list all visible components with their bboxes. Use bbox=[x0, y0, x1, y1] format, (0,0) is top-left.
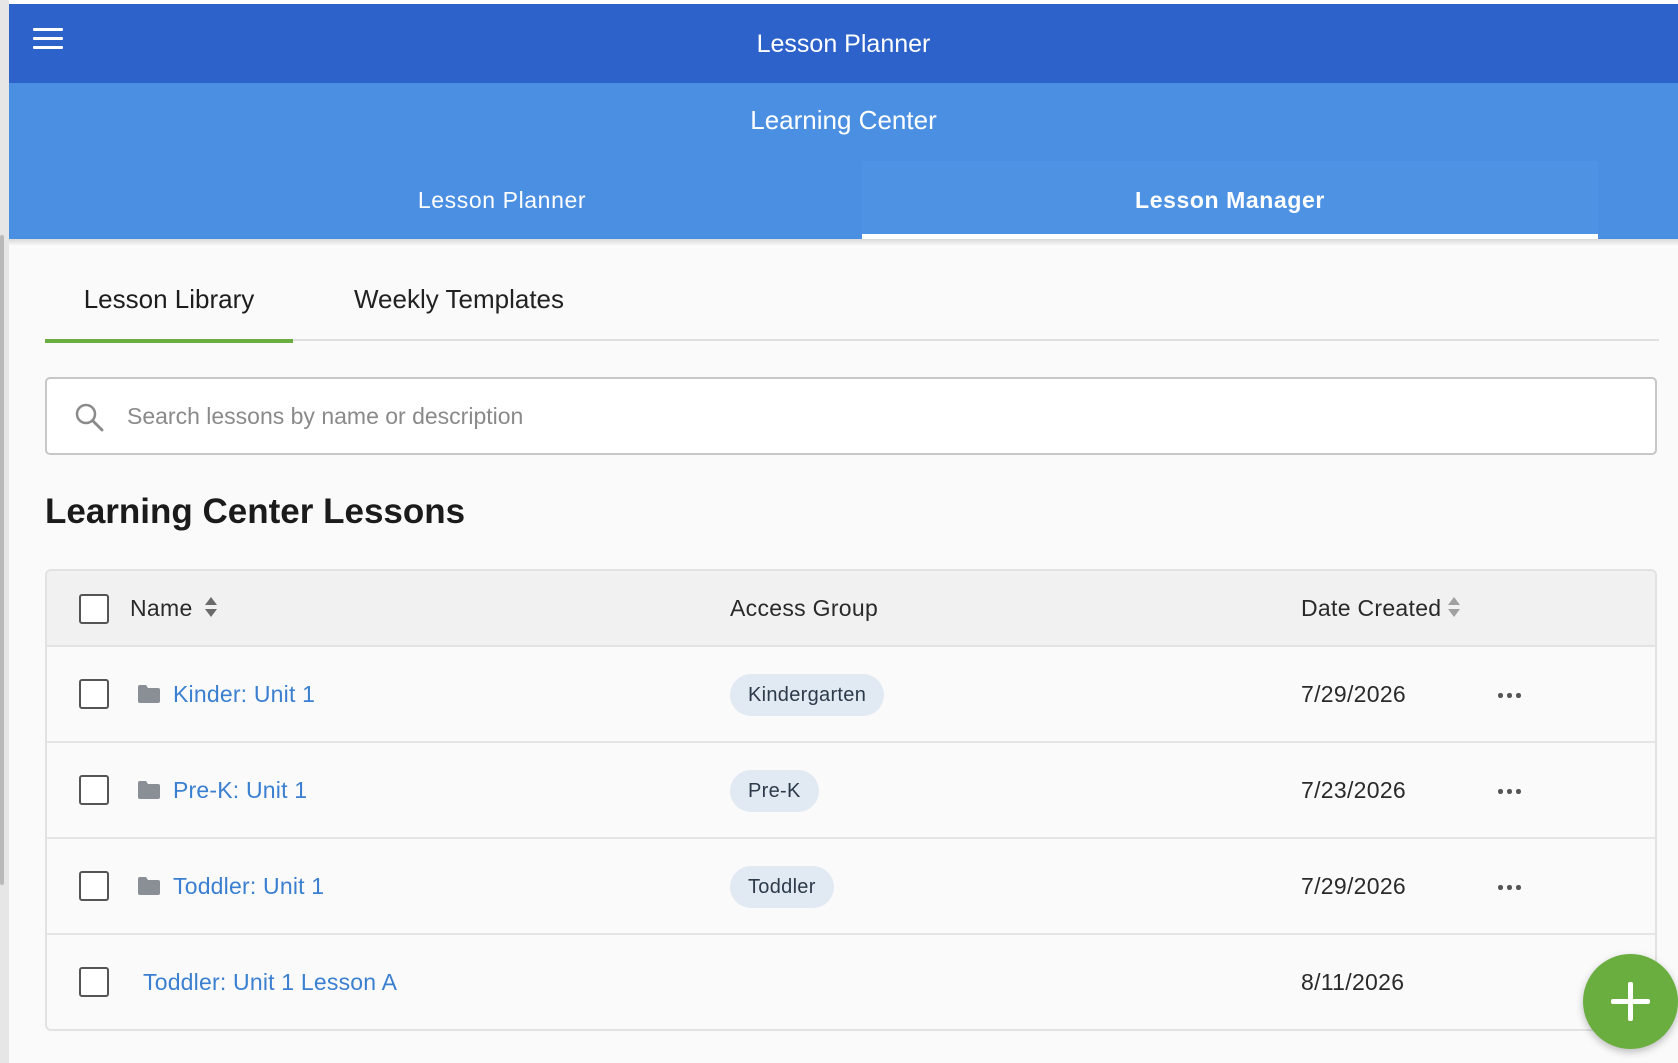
tab-lesson-manager-label: Lesson Manager bbox=[1135, 187, 1325, 213]
more-horizontal-icon[interactable] bbox=[1498, 685, 1526, 705]
subtab-bar: Lesson Library Weekly Templates bbox=[45, 260, 1659, 343]
access-group-badge: Pre-K bbox=[730, 770, 819, 812]
row-checkbox[interactable] bbox=[79, 871, 109, 901]
sort-icon[interactable] bbox=[1447, 596, 1461, 618]
subtab-lesson-library-label: Lesson Library bbox=[83, 284, 255, 314]
date-created: 7/29/2026 bbox=[1301, 681, 1407, 707]
section-title: Learning Center Lessons bbox=[45, 492, 466, 531]
subtab-lesson-library[interactable]: Lesson Library bbox=[45, 260, 293, 343]
active-subtab-indicator bbox=[45, 339, 293, 343]
lesson-name-link[interactable]: Toddler: Unit 1 bbox=[173, 873, 324, 900]
row-checkbox[interactable] bbox=[79, 967, 109, 997]
add-lesson-button[interactable] bbox=[1583, 954, 1678, 1049]
table-row[interactable]: Pre-K: Unit 1 Pre-K 7/23/2026 bbox=[47, 743, 1655, 839]
table-row[interactable]: Toddler: Unit 1 Lesson A 8/11/2026 bbox=[47, 935, 1655, 1029]
table-header: Name Access Group Date Created bbox=[47, 571, 1655, 647]
access-group-badge: Toddler bbox=[730, 866, 834, 908]
column-header-name[interactable]: Name bbox=[130, 595, 193, 622]
subtab-weekly-templates[interactable]: Weekly Templates bbox=[339, 260, 579, 341]
date-created: 7/29/2026 bbox=[1301, 873, 1407, 899]
sort-icon[interactable] bbox=[204, 596, 218, 618]
top-app-bar: Lesson Planner bbox=[9, 4, 1678, 83]
row-checkbox[interactable] bbox=[79, 775, 109, 805]
search-input[interactable] bbox=[127, 389, 1627, 443]
date-created: 7/23/2026 bbox=[1301, 777, 1407, 803]
access-group-badge: Kindergarten bbox=[730, 674, 885, 716]
lesson-name-link[interactable]: Pre-K: Unit 1 bbox=[173, 777, 307, 804]
tab-lesson-planner[interactable]: Lesson Planner bbox=[157, 161, 847, 239]
folder-icon bbox=[138, 877, 160, 895]
date-created: 8/11/2026 bbox=[1301, 969, 1405, 995]
table-row[interactable]: Kinder: Unit 1 Kindergarten 7/29/2026 bbox=[47, 647, 1655, 743]
lesson-name-link[interactable]: Kinder: Unit 1 bbox=[173, 681, 315, 708]
tab-lesson-manager[interactable]: Lesson Manager bbox=[862, 161, 1598, 239]
section-header-title: Learning Center bbox=[750, 105, 937, 135]
lessons-table: Name Access Group Date Created Kinder: U… bbox=[45, 569, 1657, 1031]
header-shadow bbox=[9, 239, 1678, 247]
table-row[interactable]: Toddler: Unit 1 Toddler 7/29/2026 bbox=[47, 839, 1655, 935]
folder-icon bbox=[138, 685, 160, 703]
row-checkbox[interactable] bbox=[79, 679, 109, 709]
more-horizontal-icon[interactable] bbox=[1498, 781, 1526, 801]
lesson-name-link[interactable]: Toddler: Unit 1 Lesson A bbox=[143, 969, 397, 996]
column-header-access-group: Access Group bbox=[730, 595, 879, 621]
select-all-checkbox[interactable] bbox=[79, 594, 109, 624]
folder-icon bbox=[138, 781, 160, 799]
search-icon bbox=[75, 403, 104, 432]
app-title: Lesson Planner bbox=[756, 30, 931, 58]
main-content: Lesson Library Weekly Templates Learning… bbox=[9, 247, 1678, 1063]
more-horizontal-icon[interactable] bbox=[1498, 877, 1526, 897]
app-frame: Lesson Planner Learning Center Lesson Pl… bbox=[0, 0, 1678, 1063]
column-header-date-created[interactable]: Date Created bbox=[1301, 595, 1441, 622]
search-box bbox=[45, 377, 1657, 455]
section-header: Learning Center Lesson Planner Lesson Ma… bbox=[9, 83, 1678, 239]
page-scrollbar[interactable] bbox=[0, 235, 4, 885]
